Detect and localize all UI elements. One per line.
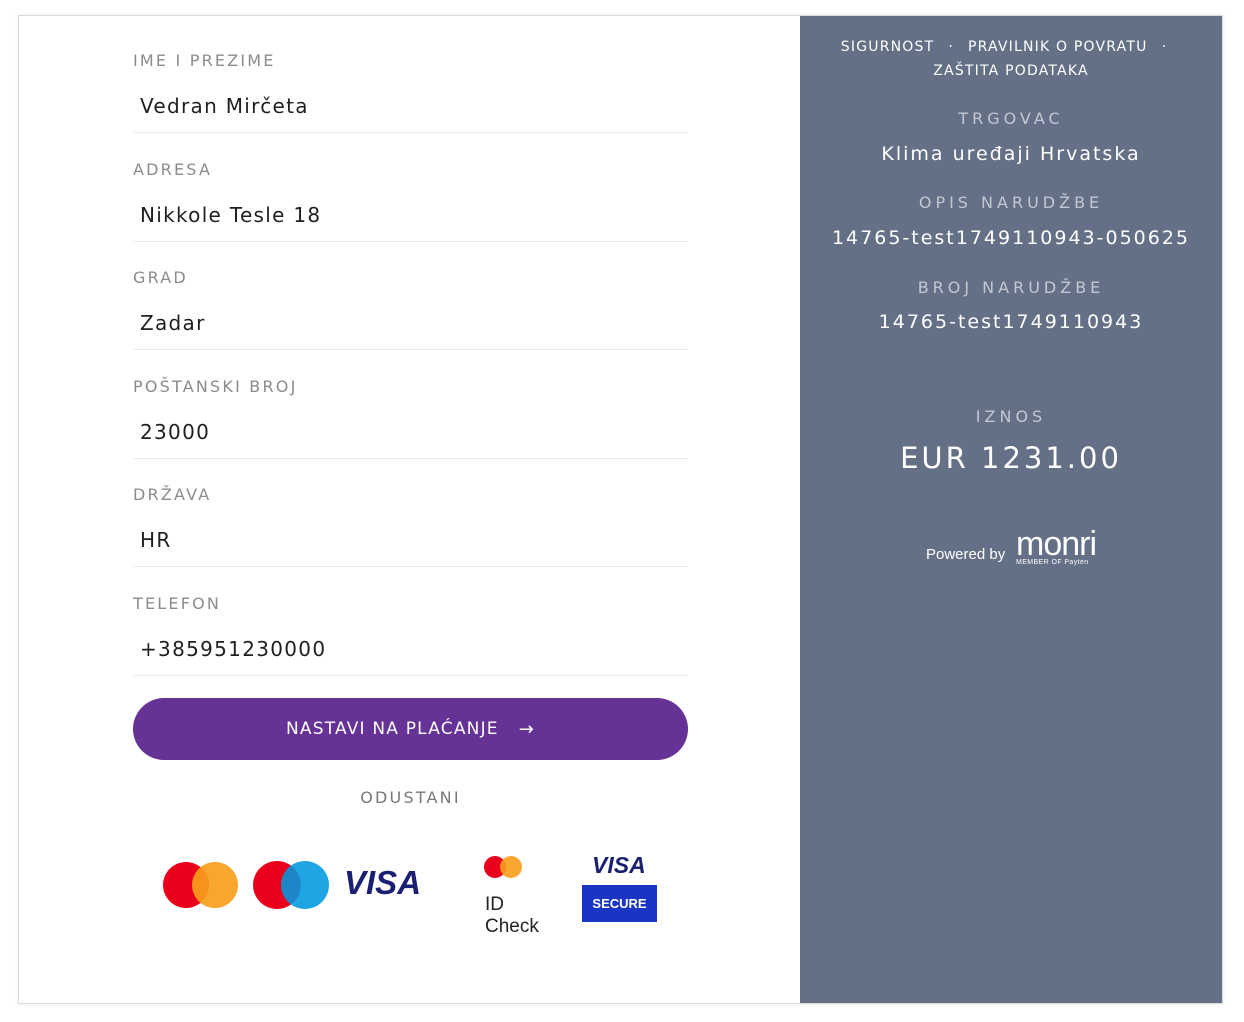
full-name-label: IME I PREZIME bbox=[133, 51, 276, 70]
address-value[interactable]: Nikkole Tesle 18 bbox=[140, 203, 321, 227]
phone-value[interactable]: +385951230000 bbox=[140, 637, 326, 661]
security-link[interactable]: SIGURNOST bbox=[841, 39, 935, 55]
amount-label: IZNOS bbox=[975, 407, 1047, 426]
city-value[interactable]: Zadar bbox=[140, 311, 206, 335]
phone-field[interactable]: TELEFON +385951230000 bbox=[133, 559, 688, 676]
powered-by-label: Powered by bbox=[926, 546, 1006, 563]
order-description-label: OPIS NARUDŽBE bbox=[918, 193, 1104, 212]
postal-code-value[interactable]: 23000 bbox=[140, 420, 210, 444]
checkout-card: IME I PREZIME Vedran Mirčeta ADRESA Nikk… bbox=[18, 15, 1223, 1004]
visa-secure-top-label: VISA bbox=[592, 852, 646, 878]
customer-form-panel: IME I PREZIME Vedran Mirčeta ADRESA Nikk… bbox=[19, 16, 800, 1003]
order-description-value: 14765-test1749110943-050625 bbox=[831, 227, 1191, 249]
monri-member-label: MEMBER OF Payten bbox=[1016, 559, 1089, 566]
separator-dot: · bbox=[1161, 39, 1168, 55]
city-label: GRAD bbox=[133, 268, 188, 287]
order-number-label: BROJ NARUDŽBE bbox=[917, 278, 1105, 297]
merchant-value: Klima uređaji Hrvatska bbox=[881, 143, 1141, 165]
cancel-link[interactable]: ODUSTANI bbox=[133, 788, 688, 807]
merchant-label: TRGOVAC bbox=[958, 109, 1064, 128]
address-label: ADRESA bbox=[133, 160, 213, 179]
phone-label: TELEFON bbox=[133, 594, 222, 613]
city-field[interactable]: GRAD Zadar bbox=[133, 233, 688, 350]
country-label: DRŽAVA bbox=[133, 485, 212, 504]
continue-to-payment-button[interactable]: NASTAVI NA PLAĆANJE → bbox=[133, 698, 688, 760]
full-name-value[interactable]: Vedran Mirčeta bbox=[140, 94, 309, 118]
arrow-right-icon: → bbox=[518, 718, 536, 740]
address-field[interactable]: ADRESA Nikkole Tesle 18 bbox=[133, 125, 688, 242]
separator-dot: · bbox=[948, 39, 955, 55]
visa-secure-badge: SECURE bbox=[582, 885, 657, 922]
full-name-field[interactable]: IME I PREZIME Vedran Mirčeta bbox=[133, 16, 688, 133]
privacy-link[interactable]: ZAŠTITA PODATAKA bbox=[933, 63, 1088, 79]
country-field[interactable]: DRŽAVA HR bbox=[133, 450, 688, 567]
monri-wordmark: monri bbox=[1016, 525, 1097, 563]
returns-policy-link[interactable]: PRAVILNIK O POVRATU bbox=[968, 39, 1148, 55]
field-underline bbox=[133, 675, 688, 676]
visa-icon: VISA bbox=[344, 864, 422, 901]
order-summary-panel: SIGURNOST · PRAVILNIK O POVRATU · ZAŠTITA P… bbox=[800, 16, 1222, 1003]
country-value[interactable]: HR bbox=[140, 528, 172, 552]
continue-button-label: NASTAVI NA PLAĆANJE bbox=[285, 719, 499, 739]
postal-code-label: POŠTANSKI BROJ bbox=[133, 377, 298, 396]
monri-logo: monri MEMBER OF Payten bbox=[1016, 525, 1097, 566]
postal-code-field[interactable]: POŠTANSKI BROJ 23000 bbox=[133, 342, 688, 459]
footer-links: SIGURNOST · PRAVILNIK O POVRATU · ZAŠTITA P… bbox=[800, 35, 1222, 83]
order-number-value: 14765-test1749110943 bbox=[878, 311, 1144, 333]
id-check-label: ID Check bbox=[485, 894, 539, 937]
amount-value: EUR 1231.00 bbox=[900, 441, 1122, 475]
